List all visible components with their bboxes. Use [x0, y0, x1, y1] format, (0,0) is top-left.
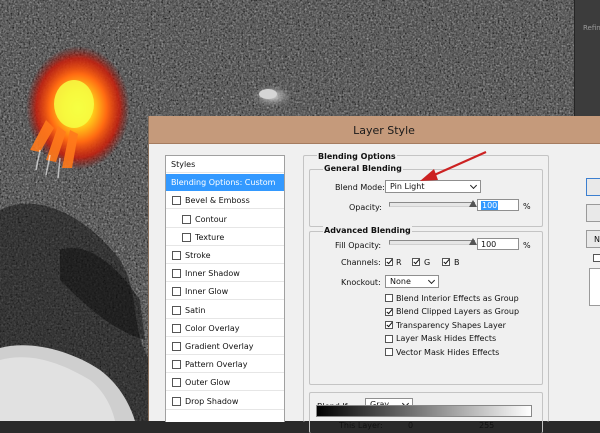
style-checkbox[interactable] [172, 342, 181, 351]
style-checkbox[interactable] [172, 287, 181, 297]
style-item-label: Inner Glow [185, 287, 229, 297]
advanced-option-checkbox[interactable] [385, 294, 393, 302]
advanced-blending-title: Advanced Blending [323, 226, 412, 235]
style-item-label: Outer Glow [185, 378, 231, 388]
style-item[interactable]: Stroke [166, 247, 284, 264]
new-style-button[interactable]: N [586, 230, 600, 248]
style-item[interactable]: Color Overlay [166, 320, 284, 337]
preview-swatch [589, 268, 600, 306]
style-item-label: Drop Shadow [185, 396, 239, 406]
styles-list: Styles Blending Options: Custom Bevel & Em… [165, 155, 285, 422]
advanced-option-checkbox[interactable] [385, 321, 393, 330]
advanced-option-label: Vector Mask Hides Effects [396, 347, 500, 357]
advanced-option-label: Blend Clipped Layers as Group [396, 307, 520, 317]
this-layer-label: This Layer: [339, 421, 383, 430]
dialog-body: Styles Blending Options: Custom Bevel & Em… [149, 144, 600, 433]
style-item[interactable]: Inner Shadow [166, 265, 284, 283]
opacity-label: Opacity: [349, 203, 382, 212]
advanced-option-label: Blend Interior Effects as Group [396, 293, 519, 303]
style-item[interactable]: Pattern Overlay [166, 356, 284, 374]
advanced-option-checkbox[interactable] [385, 348, 393, 357]
ok-button[interactable] [586, 178, 600, 196]
style-item[interactable]: Contour [166, 211, 284, 228]
style-item-label: Color Overlay [185, 323, 240, 333]
cancel-button[interactable] [586, 204, 600, 222]
panel-label: Refin [583, 24, 600, 32]
layer-style-dialog: Layer Style Styles Blending Options: Cust… [148, 116, 600, 433]
style-item-label: Styles [171, 160, 196, 169]
channel-b-checkbox[interactable] [442, 258, 450, 266]
style-item[interactable]: Drop Shadow [166, 393, 284, 410]
blend-mode-label: Blend Mode: [335, 183, 385, 192]
fill-opacity-input[interactable]: 100 [477, 238, 519, 250]
opacity-slider-thumb[interactable] [469, 200, 477, 207]
channel-b-label: B [454, 258, 460, 267]
style-checkbox[interactable] [172, 378, 181, 388]
fill-opacity-slider[interactable] [389, 240, 475, 245]
dialog-titlebar[interactable]: Layer Style [149, 116, 600, 144]
style-item[interactable]: Bevel & Emboss [166, 192, 284, 210]
style-checkbox[interactable] [182, 214, 191, 224]
knockout-label: Knockout: [341, 278, 381, 287]
opacity-slider[interactable] [389, 202, 475, 207]
general-blending-group [309, 169, 543, 227]
channel-r-label: R [396, 258, 402, 267]
opacity-value: 100 [481, 201, 499, 210]
style-item-label: Inner Shadow [185, 269, 240, 279]
style-item-label: Contour [195, 214, 227, 224]
general-blending-title: General Blending [323, 164, 403, 173]
styles-header[interactable]: Styles [166, 156, 284, 173]
style-checkbox[interactable] [172, 396, 181, 406]
style-item[interactable]: Satin [166, 302, 284, 319]
preview-checkbox[interactable] [593, 254, 600, 262]
new-style-button-label: N [594, 235, 600, 244]
style-item[interactable]: Gradient Overlay [166, 338, 284, 355]
style-item[interactable]: Inner Glow [166, 283, 284, 301]
blend-mode-value: Pin Light [390, 182, 425, 191]
fill-opacity-unit: % [523, 241, 531, 250]
style-checkbox[interactable] [172, 196, 181, 206]
photoshop-side-panel: Refin [574, 0, 600, 120]
style-item-label: Satin [185, 305, 206, 315]
dialog-title: Layer Style [353, 124, 415, 137]
style-checkbox[interactable] [172, 251, 181, 260]
this-layer-max: 255 [479, 421, 495, 430]
chevron-down-icon [427, 276, 436, 285]
style-item[interactable]: Texture [166, 229, 284, 246]
advanced-option-label: Transparency Shapes Layer [396, 320, 506, 330]
channel-g-label: G [424, 258, 431, 267]
style-item[interactable]: Blending Options: Custom [166, 174, 284, 192]
style-item-label: Texture [195, 232, 225, 242]
opacity-unit: % [523, 202, 531, 211]
advanced-option-checkbox[interactable] [385, 307, 393, 316]
knockout-select[interactable]: None [385, 275, 439, 288]
style-checkbox[interactable] [172, 305, 181, 315]
this-layer-min: 0 [408, 421, 414, 430]
fill-opacity-slider-thumb[interactable] [469, 238, 477, 245]
style-checkbox[interactable] [172, 269, 181, 279]
chevron-down-icon [469, 181, 478, 190]
opacity-input[interactable]: 100 [477, 199, 519, 211]
blend-mode-select[interactable]: Pin Light [385, 180, 481, 193]
style-item-label: Bevel & Emboss [185, 196, 250, 206]
style-checkbox[interactable] [172, 323, 181, 333]
style-checkbox[interactable] [182, 232, 191, 242]
advanced-option-checkbox[interactable] [385, 334, 393, 343]
style-item-label: Stroke [185, 251, 211, 260]
knockout-value: None [390, 277, 411, 286]
fill-opacity-label: Fill Opacity: [335, 241, 382, 250]
channel-g-checkbox[interactable] [412, 258, 420, 266]
style-item-label: Blending Options: Custom [171, 178, 276, 188]
this-layer-gradient-slider[interactable] [316, 405, 532, 417]
channels-label: Channels: [341, 258, 381, 267]
fill-opacity-value: 100 [481, 240, 497, 249]
style-item-label: Pattern Overlay [185, 360, 248, 370]
blending-options-title: Blending Options [317, 152, 397, 161]
advanced-option-label: Layer Mask Hides Effects [396, 334, 497, 344]
channel-r-checkbox[interactable] [385, 258, 393, 266]
style-item-label: Gradient Overlay [185, 342, 254, 351]
style-item[interactable]: Outer Glow [166, 374, 284, 392]
style-checkbox[interactable] [172, 360, 181, 370]
